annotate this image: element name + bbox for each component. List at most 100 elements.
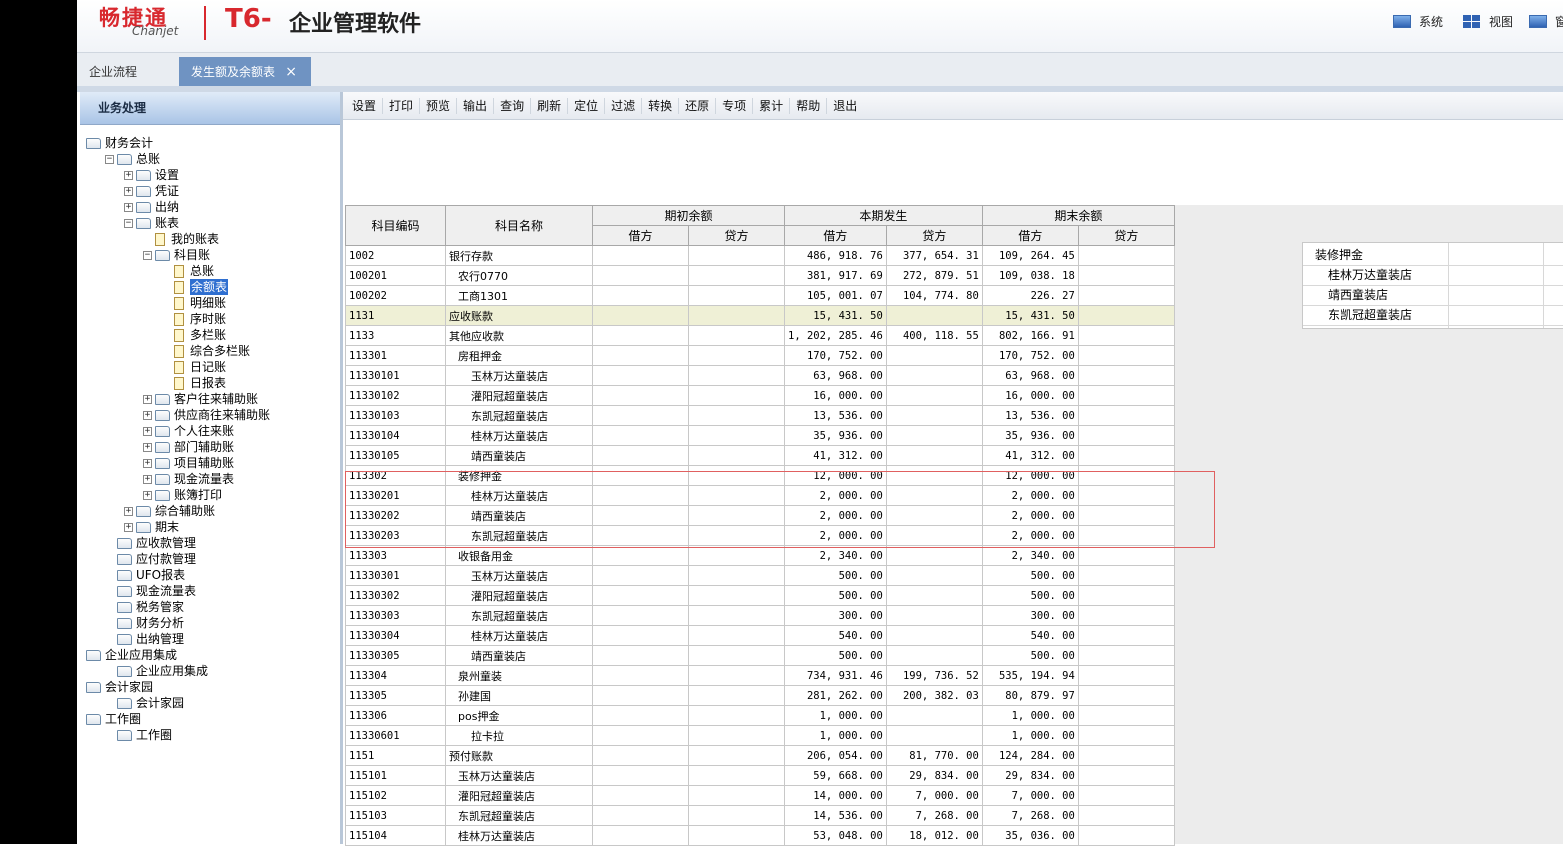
toolbar-button[interactable]: 打印 <box>383 97 421 114</box>
collapse-icon[interactable]: − <box>124 218 133 228</box>
header-credit[interactable]: 贷方 <box>885 225 983 246</box>
expand-icon[interactable]: + <box>143 458 152 468</box>
popup-row[interactable]: 靖西童装店 <box>1303 285 1563 306</box>
tree-node[interactable]: 会计家园 <box>105 695 184 711</box>
expand-icon[interactable]: + <box>124 202 133 212</box>
table-row[interactable]: 11330201 桂林万达童装店 2, 000. 00 2, 000. 00 <box>345 485 1175 506</box>
expand-icon[interactable]: + <box>124 522 133 532</box>
close-icon[interactable]: × <box>285 57 297 87</box>
toolbar-button[interactable]: 累计 <box>753 97 791 114</box>
tree-node[interactable]: + 期末 <box>124 519 179 535</box>
tree-node[interactable]: + 综合辅助账 <box>124 503 215 519</box>
tab-balance-sheet[interactable]: 发生额及余额表 × <box>179 57 311 87</box>
header-name[interactable]: 科目名称 <box>445 205 593 246</box>
tree-node[interactable]: + 个人往来账 <box>143 423 234 439</box>
tree-node[interactable]: UFO报表 <box>105 567 185 583</box>
toolbar-button[interactable]: 过滤 <box>605 97 643 114</box>
tree-node[interactable]: + 设置 <box>124 167 179 183</box>
table-row[interactable]: 11330301 玉林万达童装店 500. 00 500. 00 <box>345 565 1175 586</box>
header-credit[interactable]: 贷方 <box>1077 225 1175 246</box>
table-row[interactable]: 11330103 东凯冠超童装店 13, 536. 00 13, 536. 00 <box>345 405 1175 426</box>
popup-row[interactable]: 桂林万达童装店 <box>1303 265 1563 286</box>
toolbar-button[interactable]: 设置 <box>346 97 384 114</box>
window-button[interactable]: 窗 <box>1529 12 1563 30</box>
tree-node[interactable]: − 账表 <box>124 215 179 231</box>
header-code[interactable]: 科目编码 <box>345 205 446 246</box>
system-button[interactable]: 系统 <box>1393 12 1443 30</box>
tree-node[interactable]: 应付款管理 <box>105 551 196 567</box>
collapse-icon[interactable]: − <box>143 250 152 260</box>
header-debit[interactable]: 借方 <box>981 225 1079 246</box>
tree-node[interactable]: 税务管家 <box>105 599 184 615</box>
tree-node[interactable]: + 客户往来辅助账 <box>143 391 258 407</box>
toolbar-button[interactable]: 输出 <box>457 97 495 114</box>
table-row[interactable]: 100201 农行0770 381, 917. 69 272, 879. 51 109,… <box>345 265 1175 286</box>
table-row[interactable]: 11330104 桂林万达童装店 35, 936. 00 35, 936. 00 <box>345 425 1175 446</box>
tree-node[interactable]: 总账 <box>162 263 214 279</box>
table-row[interactable]: 113306 pos押金 1, 000. 00 1, 000. 00 <box>345 705 1175 726</box>
toolbar-button[interactable]: 转换 <box>642 97 680 114</box>
table-row[interactable]: 115102 灌阳冠超童装店 14, 000. 00 7, 000. 00 7, 000… <box>345 785 1175 806</box>
tree-node[interactable]: − 总账 <box>105 151 160 167</box>
tree-node[interactable]: 序时账 <box>162 311 226 327</box>
expand-icon[interactable]: + <box>124 506 133 516</box>
toolbar-button[interactable]: 定位 <box>568 97 606 114</box>
expand-icon[interactable]: + <box>143 490 152 500</box>
table-row[interactable]: 1151 预付账款 206, 054. 00 81, 770. 00 124, 284.… <box>345 745 1175 766</box>
tree-node[interactable]: 明细账 <box>162 295 226 311</box>
tree-node[interactable]: 财务分析 <box>105 615 184 631</box>
tree-node[interactable]: 会计家园 <box>86 679 153 695</box>
expand-icon[interactable]: + <box>124 170 133 180</box>
tree-node[interactable]: − 科目账 <box>143 247 210 263</box>
tree-node[interactable]: 我的账表 <box>143 231 219 247</box>
tree-node[interactable]: 综合多栏账 <box>162 343 250 359</box>
tree-node[interactable]: 出纳管理 <box>105 631 184 647</box>
tree-node[interactable]: 余额表 <box>162 279 229 295</box>
table-row[interactable]: 113304 泉州童装 734, 931. 46 199, 736. 52 535, 1… <box>345 665 1175 686</box>
toolbar-button[interactable]: 还原 <box>679 97 717 114</box>
table-row[interactable]: 115101 玉林万达童装店 59, 668. 00 29, 834. 00 29, 8… <box>345 765 1175 786</box>
tree-node[interactable]: 应收款管理 <box>105 535 196 551</box>
table-row[interactable]: 115103 东凯冠超童装店 14, 536. 00 7, 268. 00 7, 268… <box>345 805 1175 826</box>
expand-icon[interactable]: + <box>143 426 152 436</box>
toolbar-button[interactable]: 退出 <box>827 98 863 114</box>
expand-icon[interactable]: + <box>143 394 152 404</box>
view-button[interactable]: 视图 <box>1463 12 1513 30</box>
toolbar-button[interactable]: 预览 <box>420 97 458 114</box>
toolbar-button[interactable]: 专项 <box>716 97 754 114</box>
tree-node[interactable]: + 供应商往来辅助账 <box>143 407 270 423</box>
table-row[interactable]: 115104 桂林万达童装店 53, 048. 00 18, 012. 00 35, 0… <box>345 825 1175 846</box>
tree-node[interactable]: + 项目辅助账 <box>143 455 234 471</box>
table-row[interactable]: 113302 装修押金 12, 000. 00 12, 000. 00 <box>345 465 1175 486</box>
tree-node[interactable]: + 部门辅助账 <box>143 439 234 455</box>
table-row[interactable]: 113303 收银备用金 2, 340. 00 2, 340. 00 <box>345 545 1175 566</box>
popup-row[interactable]: 东凯冠超童装店 <box>1303 305 1563 326</box>
tree-node[interactable]: 工作圈 <box>86 711 141 727</box>
table-row[interactable]: 11330202 靖西童装店 2, 000. 00 2, 000. 00 <box>345 505 1175 526</box>
popup-row[interactable]: 装修押金 <box>1303 245 1563 266</box>
table-row[interactable]: 11330303 东凯冠超童装店 300. 00 300. 00 <box>345 605 1175 626</box>
table-row[interactable]: 11330304 桂林万达童装店 540. 00 540. 00 <box>345 625 1175 646</box>
tab-enterprise-process[interactable]: 企业流程 <box>77 57 177 87</box>
expand-icon[interactable]: + <box>143 442 152 452</box>
tree-node[interactable]: + 账簿打印 <box>143 487 222 503</box>
tree-node[interactable]: 财务会计 <box>86 135 153 151</box>
table-row[interactable]: 11330105 靖西童装店 41, 312. 00 41, 312. 00 <box>345 445 1175 466</box>
table-row[interactable]: 11330305 靖西童装店 500. 00 500. 00 <box>345 645 1175 666</box>
tree-node[interactable]: + 凭证 <box>124 183 179 199</box>
toolbar-button[interactable]: 查询 <box>494 97 532 114</box>
table-row[interactable]: 11330203 东凯冠超童装店 2, 000. 00 2, 000. 00 <box>345 525 1175 546</box>
tree-node[interactable]: 企业应用集成 <box>86 647 177 663</box>
table-row[interactable]: 113305 孙建国 281, 262. 00 200, 382. 03 80, 879… <box>345 685 1175 706</box>
tree-node[interactable]: 企业应用集成 <box>105 663 208 679</box>
table-row[interactable]: 11330101 玉林万达童装店 63, 968. 00 63, 968. 00 <box>345 365 1175 386</box>
header-debit[interactable]: 借方 <box>592 225 689 246</box>
table-row[interactable]: 1133 其他应收款 1, 202, 285. 46 400, 118. 55 802,… <box>345 325 1175 346</box>
table-row[interactable]: 11330102 灌阳冠超童装店 16, 000. 00 16, 000. 00 <box>345 385 1175 406</box>
table-row[interactable]: 1131 应收账款 15, 431. 50 15, 431. 50 <box>345 305 1175 326</box>
expand-icon[interactable]: + <box>143 474 152 484</box>
tree-node[interactable]: 日记账 <box>162 359 226 375</box>
table-row[interactable]: 1002 银行存款 486, 918. 76 377, 654. 31 109, 264… <box>345 245 1175 266</box>
table-row[interactable]: 11330302 灌阳冠超童装店 500. 00 500. 00 <box>345 585 1175 606</box>
table-row[interactable]: 11330601 拉卡拉 1, 000. 00 1, 000. 00 <box>345 725 1175 746</box>
